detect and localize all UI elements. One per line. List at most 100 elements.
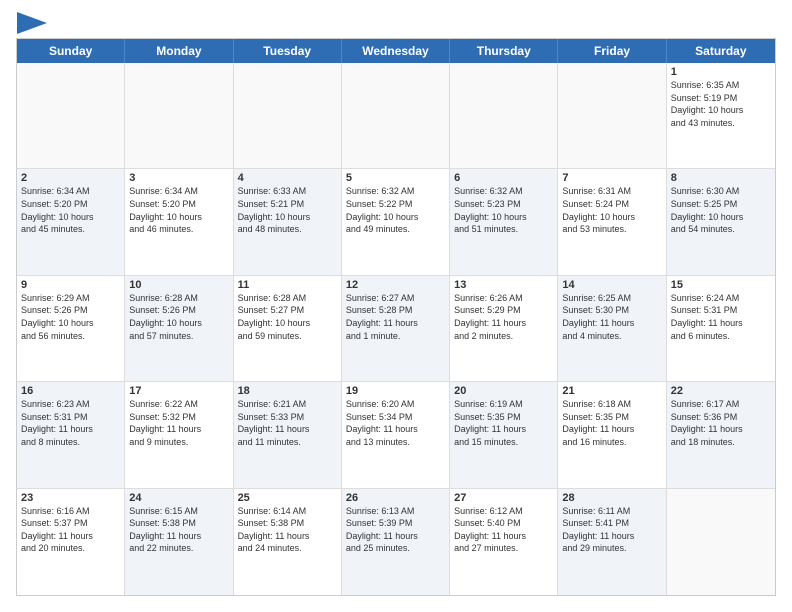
- page: SundayMondayTuesdayWednesdayThursdayFrid…: [0, 0, 792, 612]
- day-info: Sunrise: 6:17 AM Sunset: 5:36 PM Dayligh…: [671, 398, 771, 448]
- day-number: 13: [454, 279, 553, 291]
- weekday-header-tuesday: Tuesday: [234, 39, 342, 63]
- day-number: 1: [671, 66, 771, 78]
- day-number: 24: [129, 492, 228, 504]
- day-number: 10: [129, 279, 228, 291]
- day-number: 15: [671, 279, 771, 291]
- calendar-day-23: 23Sunrise: 6:16 AM Sunset: 5:37 PM Dayli…: [17, 489, 125, 595]
- calendar-day-empty: [234, 63, 342, 168]
- day-info: Sunrise: 6:15 AM Sunset: 5:38 PM Dayligh…: [129, 505, 228, 555]
- day-info: Sunrise: 6:23 AM Sunset: 5:31 PM Dayligh…: [21, 398, 120, 448]
- day-number: 9: [21, 279, 120, 291]
- day-info: Sunrise: 6:22 AM Sunset: 5:32 PM Dayligh…: [129, 398, 228, 448]
- calendar: SundayMondayTuesdayWednesdayThursdayFrid…: [16, 38, 776, 596]
- day-info: Sunrise: 6:34 AM Sunset: 5:20 PM Dayligh…: [129, 185, 228, 235]
- day-number: 17: [129, 385, 228, 397]
- calendar-day-27: 27Sunrise: 6:12 AM Sunset: 5:40 PM Dayli…: [450, 489, 558, 595]
- calendar-day-19: 19Sunrise: 6:20 AM Sunset: 5:34 PM Dayli…: [342, 382, 450, 487]
- day-info: Sunrise: 6:28 AM Sunset: 5:26 PM Dayligh…: [129, 292, 228, 342]
- day-info: Sunrise: 6:30 AM Sunset: 5:25 PM Dayligh…: [671, 185, 771, 235]
- day-info: Sunrise: 6:32 AM Sunset: 5:22 PM Dayligh…: [346, 185, 445, 235]
- day-number: 8: [671, 172, 771, 184]
- calendar-day-empty: [667, 489, 775, 595]
- calendar-day-22: 22Sunrise: 6:17 AM Sunset: 5:36 PM Dayli…: [667, 382, 775, 487]
- calendar-day-18: 18Sunrise: 6:21 AM Sunset: 5:33 PM Dayli…: [234, 382, 342, 487]
- logo-arrow-icon: [17, 12, 47, 34]
- calendar-day-14: 14Sunrise: 6:25 AM Sunset: 5:30 PM Dayli…: [558, 276, 666, 381]
- calendar-day-empty: [17, 63, 125, 168]
- calendar-day-17: 17Sunrise: 6:22 AM Sunset: 5:32 PM Dayli…: [125, 382, 233, 487]
- calendar-day-empty: [450, 63, 558, 168]
- calendar-day-13: 13Sunrise: 6:26 AM Sunset: 5:29 PM Dayli…: [450, 276, 558, 381]
- day-info: Sunrise: 6:28 AM Sunset: 5:27 PM Dayligh…: [238, 292, 337, 342]
- calendar-row-4: 16Sunrise: 6:23 AM Sunset: 5:31 PM Dayli…: [17, 382, 775, 488]
- day-number: 28: [562, 492, 661, 504]
- day-info: Sunrise: 6:33 AM Sunset: 5:21 PM Dayligh…: [238, 185, 337, 235]
- day-info: Sunrise: 6:29 AM Sunset: 5:26 PM Dayligh…: [21, 292, 120, 342]
- day-number: 23: [21, 492, 120, 504]
- day-info: Sunrise: 6:14 AM Sunset: 5:38 PM Dayligh…: [238, 505, 337, 555]
- calendar-day-24: 24Sunrise: 6:15 AM Sunset: 5:38 PM Dayli…: [125, 489, 233, 595]
- day-number: 16: [21, 385, 120, 397]
- day-number: 25: [238, 492, 337, 504]
- day-number: 2: [21, 172, 120, 184]
- calendar-header: SundayMondayTuesdayWednesdayThursdayFrid…: [17, 39, 775, 63]
- day-info: Sunrise: 6:31 AM Sunset: 5:24 PM Dayligh…: [562, 185, 661, 235]
- calendar-day-3: 3Sunrise: 6:34 AM Sunset: 5:20 PM Daylig…: [125, 169, 233, 274]
- weekday-header-friday: Friday: [558, 39, 666, 63]
- calendar-day-16: 16Sunrise: 6:23 AM Sunset: 5:31 PM Dayli…: [17, 382, 125, 487]
- calendar-day-12: 12Sunrise: 6:27 AM Sunset: 5:28 PM Dayli…: [342, 276, 450, 381]
- calendar-day-7: 7Sunrise: 6:31 AM Sunset: 5:24 PM Daylig…: [558, 169, 666, 274]
- calendar-day-26: 26Sunrise: 6:13 AM Sunset: 5:39 PM Dayli…: [342, 489, 450, 595]
- calendar-day-4: 4Sunrise: 6:33 AM Sunset: 5:21 PM Daylig…: [234, 169, 342, 274]
- day-number: 12: [346, 279, 445, 291]
- calendar-day-8: 8Sunrise: 6:30 AM Sunset: 5:25 PM Daylig…: [667, 169, 775, 274]
- day-number: 20: [454, 385, 553, 397]
- day-info: Sunrise: 6:20 AM Sunset: 5:34 PM Dayligh…: [346, 398, 445, 448]
- day-number: 18: [238, 385, 337, 397]
- calendar-day-28: 28Sunrise: 6:11 AM Sunset: 5:41 PM Dayli…: [558, 489, 666, 595]
- header: [16, 16, 776, 28]
- calendar-day-6: 6Sunrise: 6:32 AM Sunset: 5:23 PM Daylig…: [450, 169, 558, 274]
- day-number: 14: [562, 279, 661, 291]
- calendar-day-20: 20Sunrise: 6:19 AM Sunset: 5:35 PM Dayli…: [450, 382, 558, 487]
- calendar-day-empty: [342, 63, 450, 168]
- day-info: Sunrise: 6:11 AM Sunset: 5:41 PM Dayligh…: [562, 505, 661, 555]
- day-info: Sunrise: 6:25 AM Sunset: 5:30 PM Dayligh…: [562, 292, 661, 342]
- day-number: 22: [671, 385, 771, 397]
- day-number: 4: [238, 172, 337, 184]
- weekday-header-sunday: Sunday: [17, 39, 125, 63]
- day-info: Sunrise: 6:34 AM Sunset: 5:20 PM Dayligh…: [21, 185, 120, 235]
- calendar-day-25: 25Sunrise: 6:14 AM Sunset: 5:38 PM Dayli…: [234, 489, 342, 595]
- day-info: Sunrise: 6:16 AM Sunset: 5:37 PM Dayligh…: [21, 505, 120, 555]
- day-info: Sunrise: 6:13 AM Sunset: 5:39 PM Dayligh…: [346, 505, 445, 555]
- calendar-day-10: 10Sunrise: 6:28 AM Sunset: 5:26 PM Dayli…: [125, 276, 233, 381]
- calendar-day-empty: [125, 63, 233, 168]
- calendar-day-21: 21Sunrise: 6:18 AM Sunset: 5:35 PM Dayli…: [558, 382, 666, 487]
- day-info: Sunrise: 6:27 AM Sunset: 5:28 PM Dayligh…: [346, 292, 445, 342]
- day-number: 26: [346, 492, 445, 504]
- calendar-body: 1Sunrise: 6:35 AM Sunset: 5:19 PM Daylig…: [17, 63, 775, 595]
- day-number: 11: [238, 279, 337, 291]
- day-info: Sunrise: 6:12 AM Sunset: 5:40 PM Dayligh…: [454, 505, 553, 555]
- day-number: 27: [454, 492, 553, 504]
- calendar-row-1: 1Sunrise: 6:35 AM Sunset: 5:19 PM Daylig…: [17, 63, 775, 169]
- day-info: Sunrise: 6:26 AM Sunset: 5:29 PM Dayligh…: [454, 292, 553, 342]
- weekday-header-monday: Monday: [125, 39, 233, 63]
- calendar-day-2: 2Sunrise: 6:34 AM Sunset: 5:20 PM Daylig…: [17, 169, 125, 274]
- calendar-row-2: 2Sunrise: 6:34 AM Sunset: 5:20 PM Daylig…: [17, 169, 775, 275]
- calendar-day-1: 1Sunrise: 6:35 AM Sunset: 5:19 PM Daylig…: [667, 63, 775, 168]
- calendar-row-5: 23Sunrise: 6:16 AM Sunset: 5:37 PM Dayli…: [17, 489, 775, 595]
- day-number: 21: [562, 385, 661, 397]
- day-info: Sunrise: 6:21 AM Sunset: 5:33 PM Dayligh…: [238, 398, 337, 448]
- day-number: 3: [129, 172, 228, 184]
- day-info: Sunrise: 6:19 AM Sunset: 5:35 PM Dayligh…: [454, 398, 553, 448]
- day-info: Sunrise: 6:18 AM Sunset: 5:35 PM Dayligh…: [562, 398, 661, 448]
- logo: [16, 16, 47, 28]
- day-info: Sunrise: 6:24 AM Sunset: 5:31 PM Dayligh…: [671, 292, 771, 342]
- day-info: Sunrise: 6:35 AM Sunset: 5:19 PM Dayligh…: [671, 79, 771, 129]
- calendar-day-5: 5Sunrise: 6:32 AM Sunset: 5:22 PM Daylig…: [342, 169, 450, 274]
- calendar-day-11: 11Sunrise: 6:28 AM Sunset: 5:27 PM Dayli…: [234, 276, 342, 381]
- calendar-row-3: 9Sunrise: 6:29 AM Sunset: 5:26 PM Daylig…: [17, 276, 775, 382]
- weekday-header-thursday: Thursday: [450, 39, 558, 63]
